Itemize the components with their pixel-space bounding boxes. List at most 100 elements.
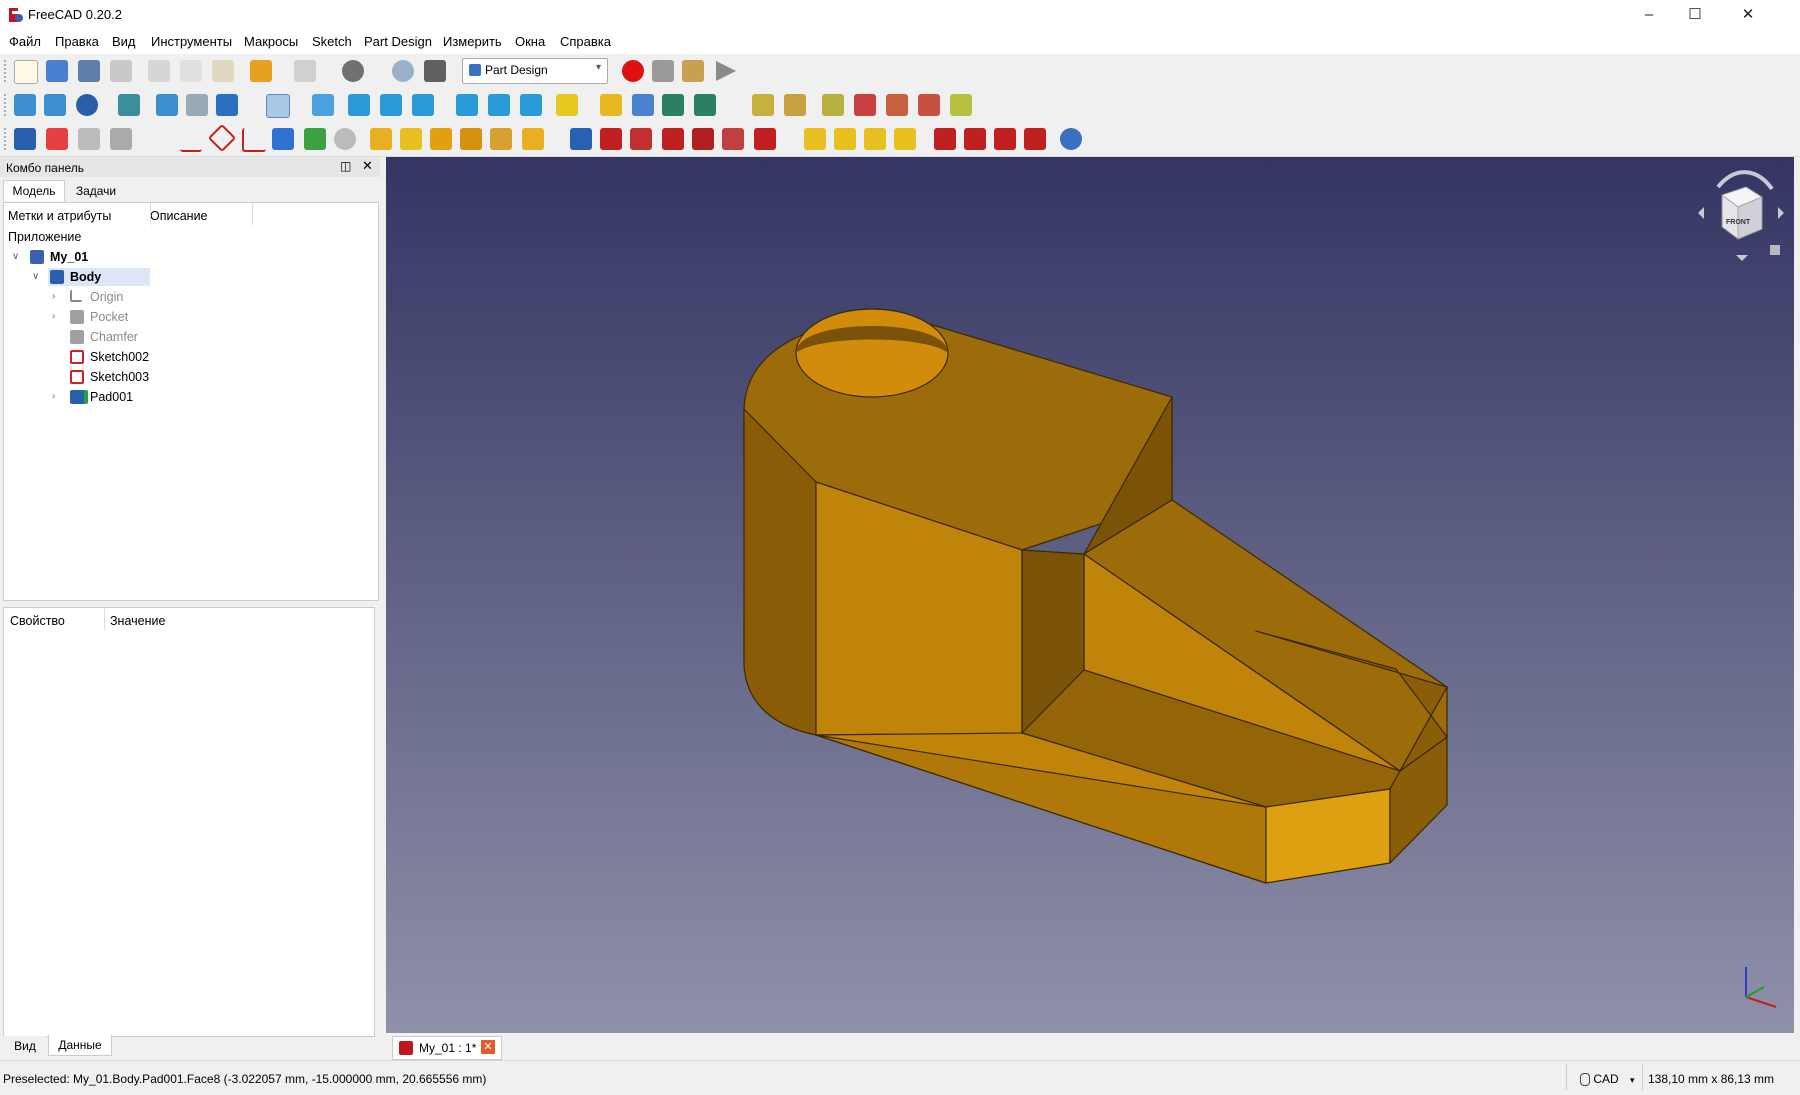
menu-macros[interactable]: Макросы (244, 34, 298, 49)
tree-item-origin[interactable]: › Origin (4, 287, 374, 307)
left-view-icon[interactable] (520, 94, 542, 116)
create-body-icon[interactable] (14, 128, 36, 150)
close-panel-icon[interactable]: ✕ (362, 158, 373, 174)
pad-icon[interactable] (370, 128, 392, 150)
boolean-icon[interactable] (1060, 128, 1082, 150)
additive-loft-icon[interactable] (430, 128, 452, 150)
mirrored-icon[interactable] (804, 128, 826, 150)
measure-distance-icon[interactable] (556, 94, 578, 116)
chevron-right-icon[interactable]: › (52, 392, 62, 402)
additive-primitive-icon[interactable] (522, 128, 544, 150)
measure-clear-icon[interactable] (854, 94, 876, 116)
tree-item-pad001[interactable]: › Pad001 (4, 387, 374, 407)
measure-linear-icon[interactable] (752, 94, 774, 116)
part-model[interactable] (386, 157, 1794, 1033)
refresh-check-icon[interactable] (342, 60, 364, 82)
tree-item-sketch003[interactable]: Sketch003 (4, 367, 374, 387)
document-tab[interactable]: My_01 : 1* ✕ (392, 1036, 502, 1060)
new-document-icon[interactable] (14, 60, 38, 84)
chamfer-icon[interactable] (964, 128, 986, 150)
fillet-icon[interactable] (934, 128, 956, 150)
draft-icon[interactable] (994, 128, 1016, 150)
clone-icon[interactable] (110, 128, 132, 150)
menu-view[interactable]: Вид (112, 34, 136, 49)
hole-icon[interactable] (600, 128, 622, 150)
create-part-icon[interactable] (600, 94, 622, 116)
linear-pattern-icon[interactable] (834, 128, 856, 150)
link-icon[interactable] (662, 94, 684, 116)
menu-edit[interactable]: Правка (55, 34, 99, 49)
minimize-button[interactable]: – (1626, 0, 1672, 30)
tree-item-body[interactable]: ∨ Body (4, 267, 374, 287)
undock-icon[interactable]: ◫ (340, 159, 351, 173)
3d-viewport[interactable]: FRONT (386, 157, 1794, 1033)
close-tab-icon[interactable]: ✕ (481, 1040, 495, 1054)
measure-refresh-icon[interactable] (822, 94, 844, 116)
multi-transform-icon[interactable] (894, 128, 916, 150)
redo-icon[interactable] (294, 60, 316, 82)
validate-sketch-icon[interactable] (78, 128, 100, 150)
isometric-view-icon[interactable] (312, 94, 334, 116)
tree-item-my01[interactable]: ∨ My_01 (4, 247, 374, 267)
datum-line-icon[interactable] (180, 128, 202, 152)
tab-tasks[interactable]: Задачи (66, 181, 126, 201)
front-view-icon[interactable] (348, 94, 370, 116)
create-sketch-icon[interactable] (46, 128, 68, 150)
navigation-style-selector[interactable]: CAD ▾ (1580, 1072, 1635, 1087)
subtractive-pipe-icon[interactable] (692, 128, 714, 150)
thickness-icon[interactable] (1024, 128, 1046, 150)
tab-model[interactable]: Модель (3, 180, 65, 201)
rear-view-icon[interactable] (456, 94, 478, 116)
whats-this-icon[interactable] (424, 60, 446, 82)
local-cs-icon[interactable] (242, 128, 266, 152)
additive-helix-icon[interactable] (490, 128, 512, 150)
chevron-right-icon[interactable]: › (52, 292, 62, 302)
cut-icon[interactable] (148, 60, 170, 82)
menu-file[interactable]: Файл (9, 34, 41, 49)
menu-part-design[interactable]: Part Design (364, 34, 432, 49)
chevron-down-icon[interactable]: ∨ (12, 252, 22, 262)
menu-windows[interactable]: Окна (515, 34, 545, 49)
recompute-icon[interactable] (392, 60, 414, 82)
print-icon[interactable] (110, 60, 132, 82)
tree-item-sketch002[interactable]: Sketch002 (4, 347, 374, 367)
measure-delta-icon[interactable] (950, 94, 972, 116)
draw-style-icon[interactable] (76, 94, 98, 116)
datum-plane-icon[interactable] (207, 123, 237, 153)
polar-pattern-icon[interactable] (864, 128, 886, 150)
close-window-button[interactable]: ✕ (1718, 0, 1778, 30)
link-actions-icon[interactable] (694, 94, 716, 116)
create-group-icon[interactable] (632, 94, 654, 116)
chevron-right-icon[interactable]: › (52, 312, 62, 322)
bottom-view-icon[interactable] (488, 94, 510, 116)
subtractive-helix-icon[interactable] (722, 128, 744, 150)
measure-angular-icon[interactable] (784, 94, 806, 116)
macro-edit-icon[interactable] (682, 60, 704, 82)
macro-stop-icon[interactable] (652, 60, 674, 82)
fit-all-icon[interactable] (14, 94, 36, 116)
datum-point-icon[interactable] (150, 128, 172, 150)
tree-item-pocket[interactable]: › Pocket (4, 307, 374, 327)
groove-icon[interactable] (630, 128, 652, 150)
measure-3d-icon[interactable] (918, 94, 940, 116)
macro-play-icon[interactable] (716, 61, 736, 81)
forward-arrow-icon[interactable] (186, 94, 208, 116)
chevron-down-icon[interactable]: ∨ (32, 272, 42, 282)
save-icon[interactable] (78, 60, 100, 82)
open-icon[interactable] (46, 60, 68, 82)
revolution-icon[interactable] (400, 128, 422, 150)
additive-pipe-icon[interactable] (460, 128, 482, 150)
undo-icon[interactable] (250, 60, 272, 82)
right-view-icon[interactable] (412, 94, 434, 116)
macro-record-icon[interactable] (622, 60, 644, 82)
fit-selection-icon[interactable] (44, 94, 66, 116)
tree-item-chamfer[interactable]: Chamfer (4, 327, 374, 347)
navigation-cube[interactable]: FRONT (1696, 167, 1786, 267)
bounding-box-icon[interactable] (118, 94, 140, 116)
menu-tools[interactable]: Инструменты (151, 34, 232, 49)
subtractive-loft-icon[interactable] (662, 128, 684, 150)
tab-view[interactable]: Вид (3, 1036, 47, 1056)
copy-icon[interactable] (180, 60, 202, 82)
measure-toggle-icon[interactable] (886, 94, 908, 116)
back-arrow-icon[interactable] (156, 94, 178, 116)
